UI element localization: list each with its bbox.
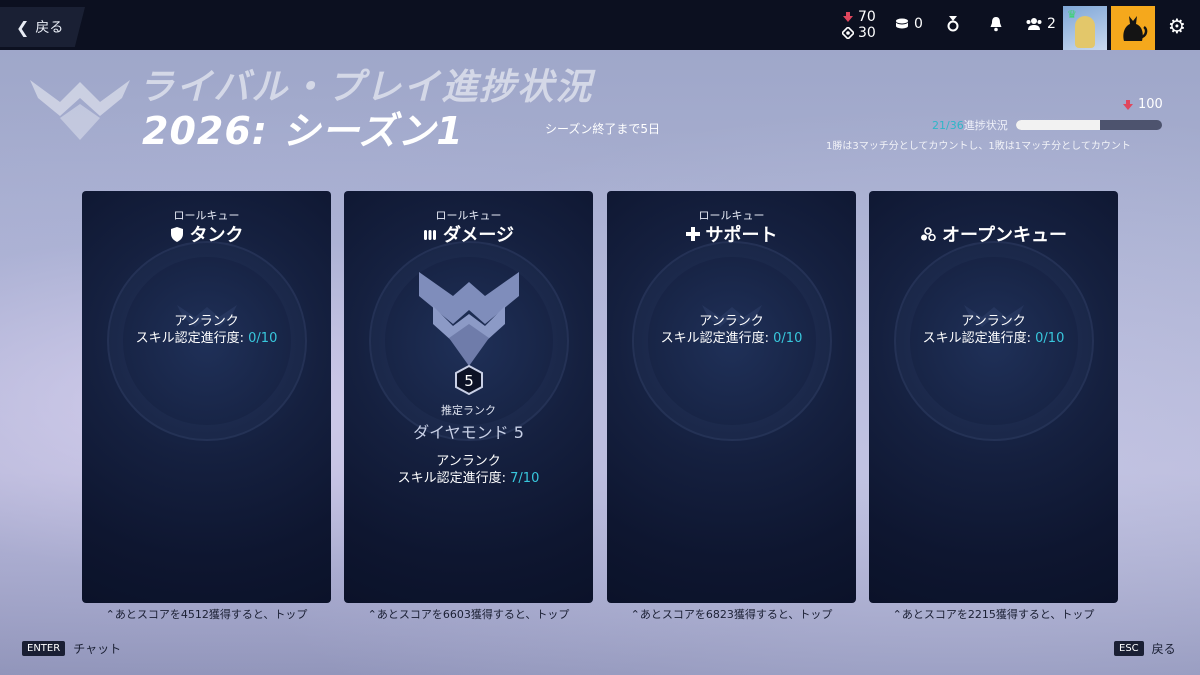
rewards-button[interactable] [946, 16, 960, 32]
placement-value: 0/10 [773, 331, 803, 346]
card-footnote-open-queue[interactable]: ⌃あとスコアを2215獲得すると、トップ [869, 606, 1118, 622]
card-status: アンランク スキル認定進行度: 0/10 [869, 313, 1118, 347]
currency-display[interactable]: 70 30 [842, 9, 876, 41]
back-button[interactable]: ❮ 戻る [0, 7, 85, 47]
card-role-label: オープンキュー [942, 225, 1067, 246]
role-card-damage[interactable]: ロールキュー ダメージ 5 推定ランク ダイヤモンド 5 アンランク スキル認定… [344, 191, 593, 603]
season-reward-points: 100 [1122, 97, 1163, 112]
caret-up-icon: ⌃ [105, 608, 115, 621]
unranked-label: アンランク [436, 454, 501, 469]
cross-icon [685, 227, 700, 241]
season-title: 2026: シーズン1 [142, 109, 464, 153]
placement-label: スキル認定進行度: [397, 471, 507, 486]
coins-icon [896, 18, 908, 29]
card-role-label: タンク [189, 225, 244, 246]
placement-value: 0/10 [248, 331, 278, 346]
bullets-icon [423, 230, 436, 240]
card-footnote-support[interactable]: ⌃あとスコアを6823獲得すると、トップ [607, 606, 856, 622]
notifications-button[interactable] [989, 16, 1003, 32]
group-icon [1026, 18, 1042, 30]
footnote-text: あとスコアを2215獲得すると、トップ [901, 608, 1095, 621]
crown-icon: ♛ [1067, 8, 1077, 21]
progress-label: 進捗状況 [963, 119, 1008, 132]
role-card-support[interactable]: ロールキュー サポート アンランク スキル認定進行度: 0/10 [607, 191, 856, 603]
chevron-left-icon: ❮ [16, 17, 30, 37]
card-role-label: ダメージ [442, 225, 515, 246]
three-circles-icon [921, 227, 936, 241]
estimated-rank-label: 推定ランク [441, 404, 496, 417]
estimated-rank-name: ダイヤモンド 5 [413, 423, 524, 442]
footnote-text: あとスコアを6823獲得すると、トップ [639, 608, 833, 621]
enter-key-badge: ENTER [22, 641, 66, 656]
card-role-title: オープンキュー [869, 221, 1118, 247]
card-footnote-damage[interactable]: ⌃あとスコアを6603獲得すると、トップ [344, 606, 593, 622]
shield-icon [170, 226, 183, 242]
competitive-logo-icon [30, 80, 130, 140]
card-role-title: タンク [82, 221, 331, 247]
role-card-open-queue[interactable]: オープンキュー アンランク スキル認定進行度: 0/10 [869, 191, 1118, 603]
reward-points-value: 100 [1138, 97, 1163, 112]
footnote-text: あとスコアを6603獲得すると、トップ [376, 608, 570, 621]
top-bar: ❮ 戻る 70 30 0 2 ♛ ⚙ [0, 0, 1200, 50]
player-avatar[interactable]: ♛ [1063, 6, 1107, 50]
card-status: アンランク スキル認定進行度: 7/10 [344, 453, 593, 487]
rank-division-number: 5 [464, 372, 474, 390]
bell-icon [990, 17, 1002, 32]
unranked-label: アンランク [961, 314, 1026, 329]
placement-value: 7/10 [510, 471, 540, 486]
black-cat-icon [1123, 16, 1148, 41]
esc-key-badge: ESC [1114, 641, 1144, 656]
placement-label: スキル認定進行度: [922, 331, 1032, 346]
season-progress: 21/36 進捗状況 [932, 117, 1162, 133]
settings-gear-icon[interactable]: ⚙ [1168, 14, 1186, 38]
diamond-rank-emblem-icon: 5 [418, 272, 519, 396]
medal-icon [947, 16, 959, 32]
caret-up-icon: ⌃ [892, 608, 902, 621]
progress-bar [1015, 120, 1162, 130]
group-count: 2 [1047, 16, 1056, 32]
caret-up-icon: ⌃ [367, 608, 377, 621]
progress-note: 1勝は3マッチ分としてカウントし、1敗は1マッチ分としてカウント [826, 141, 1131, 152]
coins-value: 0 [914, 16, 923, 32]
season-remaining: シーズン終了まで5日 [545, 122, 661, 136]
friend-avatar[interactable] [1111, 6, 1155, 50]
back-button-label: 戻る [35, 20, 64, 36]
esc-back-label: 戻る [1151, 642, 1176, 656]
competitive-points-value: 70 [858, 9, 876, 25]
chat-hint[interactable]: ENTER チャット [22, 640, 121, 657]
unranked-label: アンランク [174, 314, 239, 329]
chat-label: チャット [73, 642, 122, 656]
card-role-title: ダメージ [344, 221, 593, 247]
card-status: アンランク スキル認定進行度: 0/10 [607, 313, 856, 347]
legacy-points-icon [842, 27, 854, 39]
coins-display[interactable]: 0 [895, 16, 923, 32]
group-button[interactable]: 2 [1026, 16, 1056, 32]
card-role-label: サポート [705, 225, 778, 246]
footnote-text: あとスコアを4512獲得すると、トップ [114, 608, 308, 621]
placement-value: 0/10 [1035, 331, 1065, 346]
placement-label: スキル認定進行度: [135, 331, 245, 346]
caret-up-icon: ⌃ [630, 608, 640, 621]
avatar-portrait [1075, 16, 1095, 48]
progress-bar-fill [1015, 120, 1101, 130]
competitive-points-icon [843, 12, 853, 22]
competitive-points-icon [1123, 99, 1133, 110]
role-card-tank[interactable]: ロールキュー タンク アンランク スキル認定進行度: 0/10 [82, 191, 331, 603]
progress-count: 21/36 [932, 118, 964, 132]
unranked-label: アンランク [699, 314, 764, 329]
card-role-title: サポート [607, 221, 856, 247]
card-footnote-tank[interactable]: ⌃あとスコアを4512獲得すると、トップ [82, 606, 331, 622]
legacy-points-value: 30 [858, 25, 876, 41]
card-status: アンランク スキル認定進行度: 0/10 [82, 313, 331, 347]
esc-back-hint[interactable]: ESC 戻る [1114, 640, 1176, 657]
placement-label: スキル認定進行度: [660, 331, 770, 346]
